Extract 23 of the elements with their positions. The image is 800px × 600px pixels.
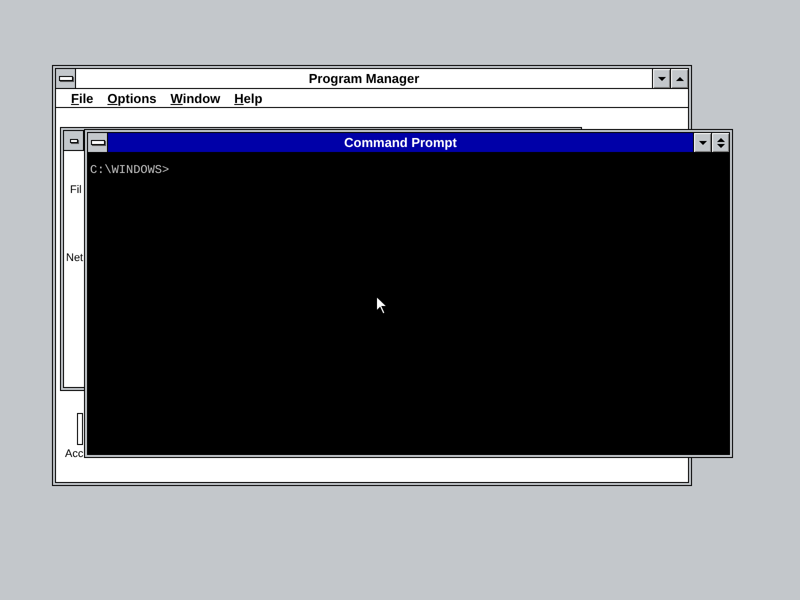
menu-item[interactable]: Options (100, 90, 164, 106)
menu-item[interactable]: Help (227, 90, 270, 106)
restore-button[interactable] (711, 133, 729, 152)
control-menu-button[interactable] (56, 69, 76, 88)
menu-item[interactable]: File (64, 90, 100, 106)
down-triangle-icon (698, 140, 706, 144)
maximize-button[interactable] (670, 69, 688, 88)
window-title: Program Manager (308, 70, 420, 88)
control-menu-button[interactable] (64, 131, 84, 150)
group-icon[interactable] (77, 413, 83, 445)
control-menu-button[interactable] (88, 133, 108, 152)
minimize-button[interactable] (652, 69, 670, 88)
up-down-triangle-icon (716, 138, 724, 148)
up-triangle-icon (676, 76, 684, 80)
minimize-button[interactable] (693, 133, 711, 152)
program-label[interactable]: Net (66, 252, 84, 264)
mouse-pointer-icon (376, 296, 388, 316)
console-line: C:\WINDOWS> (90, 163, 170, 177)
down-triangle-icon (658, 76, 666, 80)
program-label[interactable]: Fil (70, 184, 82, 196)
group-icon-label[interactable]: Acc (65, 448, 84, 460)
window-title: Command Prompt (343, 134, 458, 152)
menu-item[interactable]: Window (164, 90, 228, 106)
